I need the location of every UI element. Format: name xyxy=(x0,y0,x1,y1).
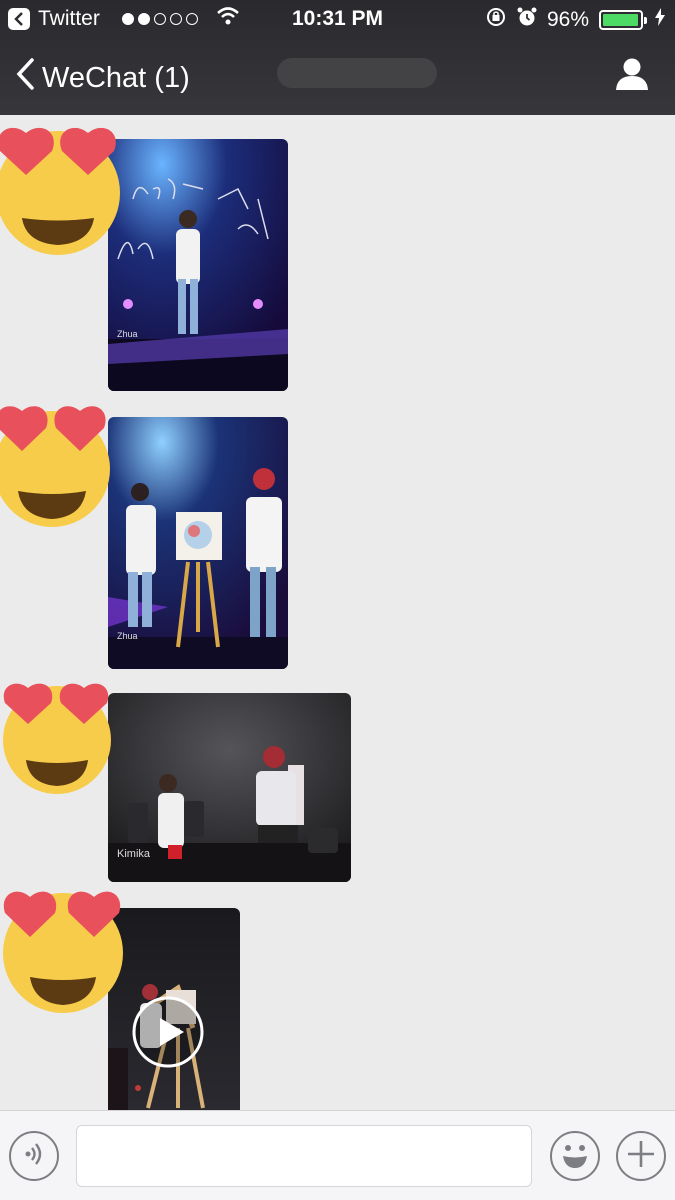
smiley-icon xyxy=(555,1134,595,1179)
heart-eyes-emoji-sticker xyxy=(0,123,128,260)
chat-title-redacted xyxy=(277,58,437,88)
battery-level-fill xyxy=(603,14,638,26)
concert-photo-1 xyxy=(108,139,288,391)
more-options-button[interactable] xyxy=(616,1131,666,1181)
image-message[interactable]: Zhua xyxy=(108,139,288,391)
wechat-chat-screen: Twitter 10:31 PM 96% WeChat (1) Zhua Zhu… xyxy=(0,0,675,1200)
rotation-lock-icon xyxy=(485,6,507,34)
status-bar: Twitter 10:31 PM 96% xyxy=(0,0,675,38)
top-bar: Twitter 10:31 PM 96% WeChat (1) xyxy=(0,0,675,115)
photo-watermark: Kimika xyxy=(117,848,151,860)
alarm-icon xyxy=(517,6,537,34)
battery-percent: 96% xyxy=(546,8,589,31)
message-text-input[interactable] xyxy=(76,1125,532,1187)
heart-eyes-emoji-sticker xyxy=(0,885,128,1020)
message-list[interactable]: Zhua Zhua Kimika xyxy=(0,115,675,1110)
chevron-left-icon xyxy=(16,58,34,98)
plus-icon xyxy=(626,1139,656,1174)
image-message[interactable]: Kimika xyxy=(108,693,351,882)
play-icon xyxy=(132,996,204,1068)
battery-icon xyxy=(599,10,647,30)
signal-dot xyxy=(185,13,198,25)
back-app-label: Twitter xyxy=(38,7,100,30)
heart-eyes-icon xyxy=(0,127,120,255)
wifi-icon xyxy=(216,7,240,31)
navigation-bar: WeChat (1) xyxy=(0,42,675,112)
back-to-app-link[interactable]: Twitter xyxy=(8,7,240,31)
signal-dot xyxy=(169,13,182,25)
message-input-bar xyxy=(0,1110,675,1200)
back-to-chats-button[interactable]: WeChat (1) xyxy=(16,58,190,98)
heart-eyes-emoji-sticker xyxy=(0,401,116,534)
heart-eyes-icon xyxy=(3,891,123,1013)
voice-input-button[interactable] xyxy=(9,1131,59,1181)
back-label: WeChat (1) xyxy=(42,61,190,94)
emoji-button[interactable] xyxy=(550,1131,600,1181)
person-icon xyxy=(615,58,649,94)
image-message[interactable]: Zhua xyxy=(108,417,288,669)
signal-dot xyxy=(137,13,150,25)
signal-dot xyxy=(121,13,134,25)
photo-watermark: Zhua xyxy=(117,631,138,641)
heart-eyes-icon xyxy=(3,683,111,794)
status-right: 96% xyxy=(485,6,665,34)
heart-eyes-icon xyxy=(0,406,110,527)
play-button[interactable] xyxy=(132,996,204,1068)
back-arrow-icon xyxy=(8,8,30,30)
cellular-signal xyxy=(121,13,198,25)
signal-dot xyxy=(153,13,166,25)
photo-watermark: Zhua xyxy=(117,329,138,339)
voice-icon xyxy=(21,1141,47,1172)
chat-info-button[interactable] xyxy=(615,56,649,95)
charging-bolt-icon xyxy=(655,8,665,32)
heart-eyes-emoji-sticker xyxy=(0,678,114,799)
